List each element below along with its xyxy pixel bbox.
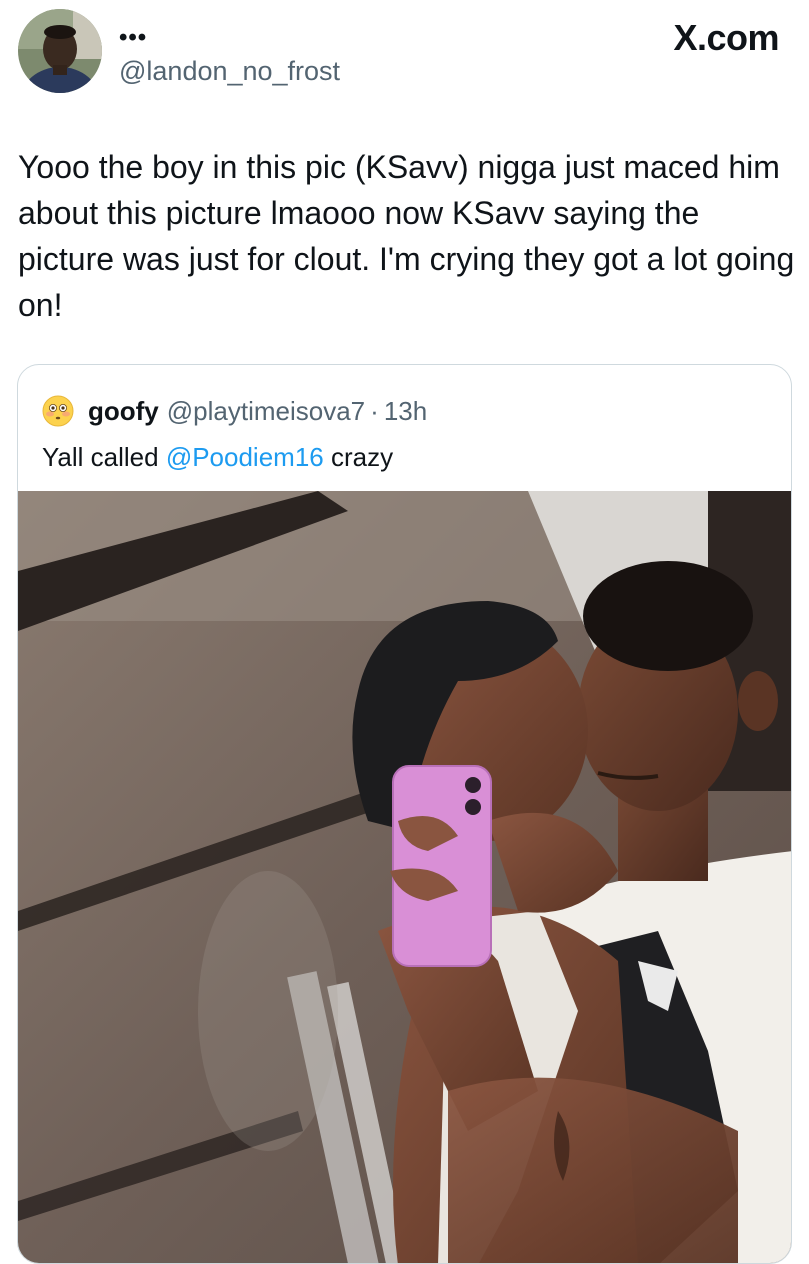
mirror-selfie-photo bbox=[18, 491, 791, 1263]
quoted-tweet-card[interactable]: goofy @playtimeisova7 · 13h Yall called … bbox=[17, 364, 792, 1264]
quoted-timestamp[interactable]: 13h bbox=[384, 396, 427, 427]
author-avatar[interactable] bbox=[18, 9, 102, 93]
separator-dot: · bbox=[370, 395, 379, 426]
x-com-logo-text: X.com bbox=[673, 17, 779, 58]
tweet-text: Yooo the boy in this pic (KSavv) nigga j… bbox=[18, 149, 795, 323]
quoted-tweet-photo[interactable] bbox=[18, 491, 791, 1263]
quoted-tweet-header: goofy @playtimeisova7 · 13h bbox=[42, 395, 427, 427]
quoted-tweet-text: Yall called @Poodiem16 crazy bbox=[42, 439, 393, 475]
quoted-text-before: Yall called bbox=[42, 442, 166, 472]
flushed-face-emoji-icon[interactable] bbox=[42, 395, 74, 427]
quoted-author-name[interactable]: goofy bbox=[88, 396, 159, 427]
author-photo bbox=[18, 9, 102, 93]
more-options-icon[interactable]: ••• bbox=[119, 26, 147, 50]
author-handle[interactable]: @landon_no_frost bbox=[119, 56, 340, 86]
mention-link[interactable]: @Poodiem16 bbox=[166, 442, 324, 472]
quoted-author-handle[interactable]: @playtimeisova7 bbox=[167, 396, 365, 427]
quoted-text-after: crazy bbox=[323, 442, 394, 472]
